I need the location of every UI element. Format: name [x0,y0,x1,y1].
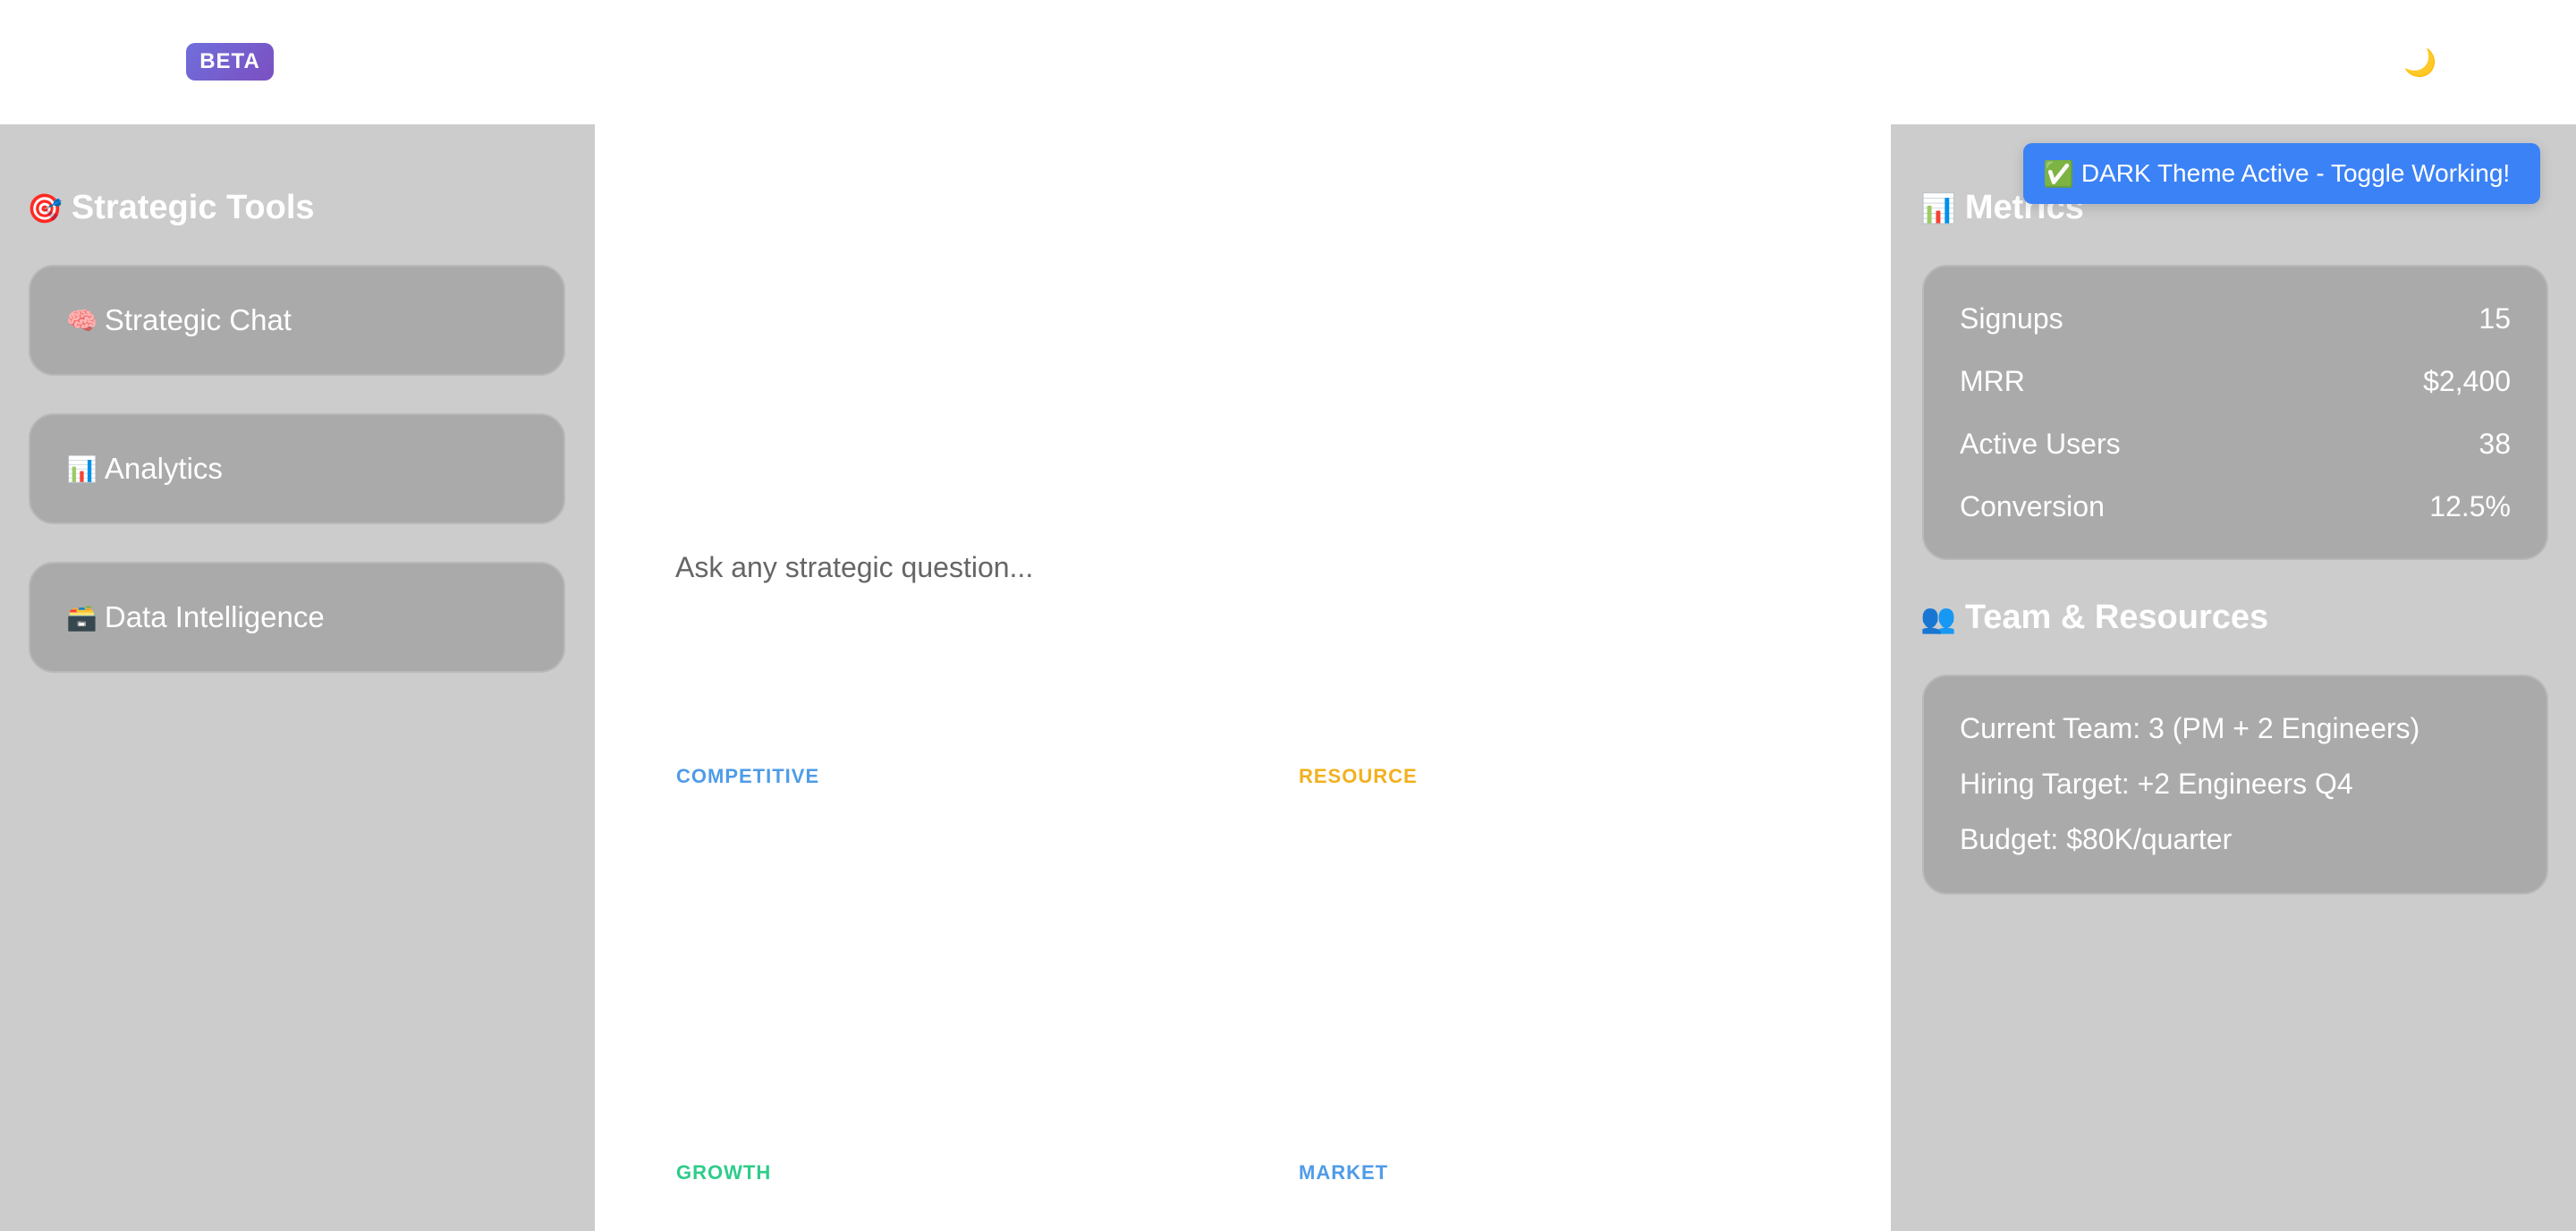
card-file-box-icon: 🗃️ [66,603,97,632]
sidebar-item-label: Data Intelligence [104,600,325,633]
bar-chart-icon: 📊 [1920,191,1956,225]
metric-value: 15 [2479,302,2511,335]
category-competitive[interactable]: COMPETITIVE [676,765,819,788]
metric-value: $2,400 [2423,365,2511,397]
beta-badge: BETA [186,43,274,81]
category-resource[interactable]: RESOURCE [1299,765,1418,788]
metric-value: 38 [2479,428,2511,460]
theme-toast: ✅ DARK Theme Active - Toggle Working! [2023,143,2540,204]
target-icon: 🎯 [27,191,63,225]
left-sidebar: 🎯 Strategic Tools 🧠 Strategic Chat 📊 Ana… [0,124,595,1231]
sidebar-item-strategic-chat[interactable]: 🧠 Strategic Chat [29,265,565,376]
check-icon: ✅ [2043,159,2074,188]
sidebar-item-label: Analytics [104,452,223,485]
metric-label: MRR [1960,365,2025,397]
brain-icon: 🧠 [66,306,97,335]
sidebar-item-analytics[interactable]: 📊 Analytics [29,413,565,524]
sidebar-item-data-intelligence[interactable]: 🗃️ Data Intelligence [29,562,565,673]
team-resources-title: Team & Resources [1964,599,2269,636]
top-header: BETA 🌙 [0,0,2576,124]
strategic-tools-heading: 🎯 Strategic Tools [27,189,315,227]
team-resources-heading: 👥 Team & Resources [1920,599,2268,637]
metric-row-mrr: MRR $2,400 [1960,365,2511,398]
bar-chart-icon: 📊 [66,454,97,483]
metric-row-conversion: Conversion 12.5% [1960,490,2511,523]
metric-label: Conversion [1960,490,2105,522]
metric-label: Active Users [1960,428,2121,460]
team-icon: 👥 [1920,601,1956,634]
strategic-question-input[interactable] [675,540,1838,594]
metric-row-signups: Signups 15 [1960,302,2511,335]
main-content: COMPETITIVE RESOURCE GROWTH MARKET [595,124,1891,1231]
sidebar-item-label: Strategic Chat [104,303,292,336]
metric-value: 12.5% [2429,490,2511,522]
team-current: Current Team: 3 (PM + 2 Engineers) [1960,712,2420,744]
strategic-tools-title: Strategic Tools [71,189,315,226]
metric-row-active-users: Active Users 38 [1960,428,2511,461]
team-resources-card: Current Team: 3 (PM + 2 Engineers) Hirin… [1922,675,2548,895]
category-market[interactable]: MARKET [1299,1161,1388,1184]
team-hiring-target: Hiring Target: +2 Engineers Q4 [1960,768,2353,800]
metrics-card: Signups 15 MRR $2,400 Active Users 38 Co… [1922,265,2548,560]
team-budget: Budget: $80K/quarter [1960,823,2233,855]
toast-text: DARK Theme Active - Toggle Working! [2080,159,2511,187]
metric-label: Signups [1960,302,2063,335]
right-sidebar: 📊 Metrics Signups 15 MRR $2,400 Active U… [1891,124,2576,1231]
moon-icon[interactable]: 🌙 [2399,41,2442,84]
category-growth[interactable]: GROWTH [676,1161,771,1184]
